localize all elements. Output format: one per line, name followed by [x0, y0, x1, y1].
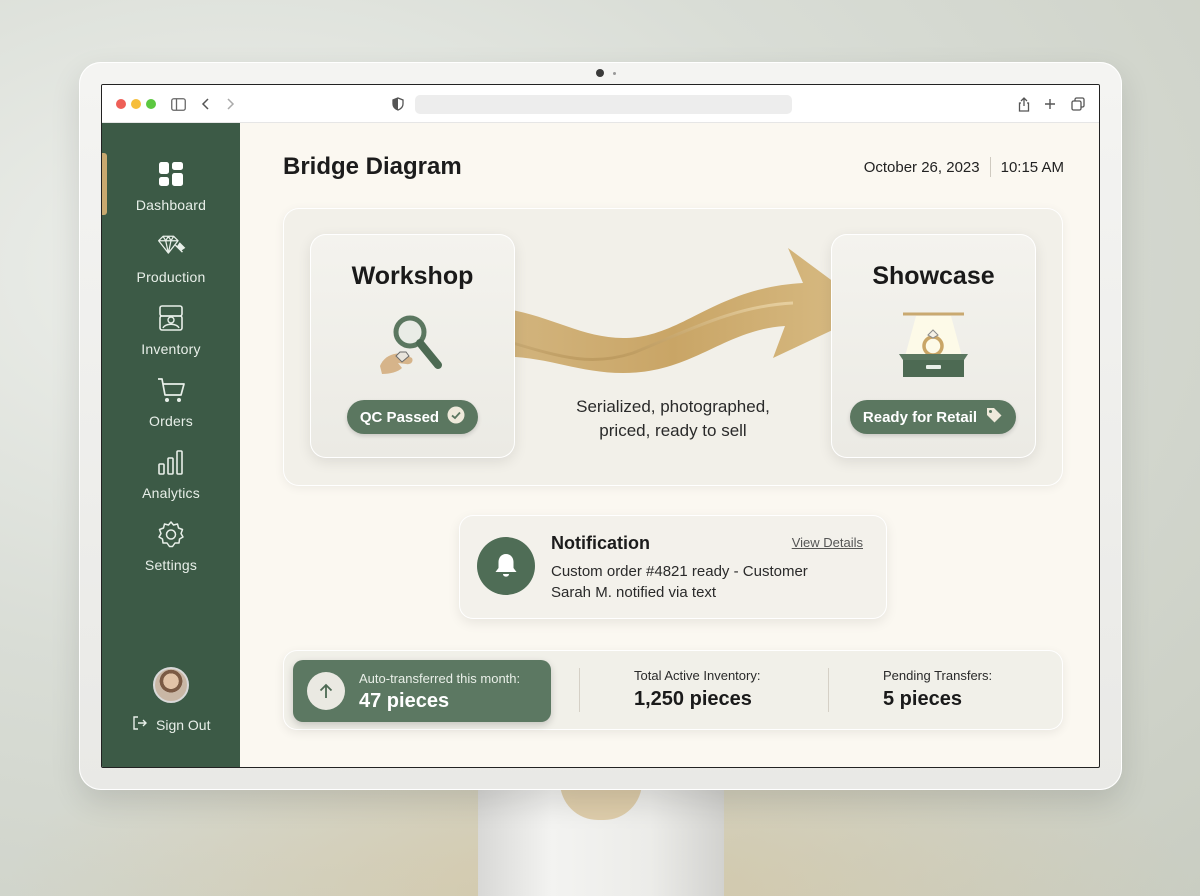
total-inventory-value: 1,250 pieces: [634, 688, 752, 710]
total-inventory-label: Total Active Inventory:: [634, 668, 761, 683]
sidebar-item-label: Analytics: [142, 485, 200, 501]
browser-toolbar: [102, 85, 1099, 123]
check-circle-icon: [447, 406, 465, 428]
sidebar-item-settings[interactable]: Settings: [102, 519, 240, 583]
dashboard-grid-icon: [156, 159, 186, 189]
page-title: Bridge Diagram: [283, 153, 462, 180]
forward-icon[interactable]: [220, 94, 240, 114]
showcase-card[interactable]: Showcase Ready for Retail: [831, 234, 1036, 458]
transfer-caption: Serialized, photographed, priced, ready …: [553, 395, 793, 443]
auto-transferred-value: 47 pieces: [359, 690, 450, 712]
new-tab-icon[interactable]: [1040, 94, 1060, 114]
sidebar-item-dashboard[interactable]: Dashboard: [102, 159, 240, 223]
transfer-caption-line1: Serialized, photographed,: [576, 397, 770, 416]
bell-icon: [477, 537, 535, 595]
view-details-link[interactable]: View Details: [792, 535, 863, 550]
sign-out-label: Sign Out: [156, 716, 211, 733]
notification-card: Notification View Details Custom order #…: [459, 515, 887, 619]
maximize-window-button[interactable]: [146, 99, 156, 109]
bar-chart-icon: [156, 447, 186, 477]
auto-transferred-stat: Auto-transferred this month: 47 pieces: [293, 660, 551, 722]
notification-message: Custom order #4821 ready - Customer Sara…: [551, 563, 808, 601]
avatar[interactable]: [153, 667, 189, 703]
workshop-card[interactable]: Workshop QC Passed: [310, 234, 515, 458]
ready-for-retail-badge: Ready for Retail: [850, 400, 1016, 434]
ready-for-retail-label: Ready for Retail: [862, 408, 978, 426]
sidebar-item-analytics[interactable]: Analytics: [102, 447, 240, 511]
jewelry-box-icon: [156, 303, 186, 333]
showcase-title: Showcase: [872, 262, 995, 290]
sign-out-button[interactable]: Sign Out: [132, 715, 210, 734]
camera-icon: [596, 69, 604, 77]
datetime-divider: [989, 157, 991, 177]
current-date: October 26, 2023: [863, 158, 980, 176]
stat-divider: [828, 668, 829, 712]
cart-icon: [156, 375, 186, 405]
qc-passed-label: QC Passed: [359, 408, 440, 426]
qc-passed-badge: QC Passed: [347, 400, 478, 434]
pending-transfers-stat: Pending Transfers: 5 pieces: [883, 668, 992, 711]
camera-led: [613, 72, 616, 75]
sidebar-item-label: Production: [136, 269, 206, 285]
magnifier-gem-icon: [380, 315, 442, 374]
sidebar-item-production[interactable]: Production: [102, 231, 240, 295]
back-icon[interactable]: [196, 94, 216, 114]
gear-icon: [156, 519, 186, 549]
stat-divider: [579, 668, 580, 712]
pending-transfers-value: 5 pieces: [883, 688, 962, 710]
workshop-title: Workshop: [351, 262, 474, 290]
arrow-up-icon: [307, 672, 345, 710]
stats-bar: Auto-transferred this month: 47 pieces T…: [283, 650, 1063, 730]
sidebar-item-inventory[interactable]: Inventory: [102, 303, 240, 367]
transfer-caption-line2: priced, ready to sell: [599, 421, 747, 440]
notification-title: Notification: [551, 533, 650, 553]
ring-display-icon: [899, 312, 968, 377]
sidebar-item-orders[interactable]: Orders: [102, 375, 240, 439]
minimize-window-button[interactable]: [131, 99, 141, 109]
sidebar: Dashboard Production Inventory Orders An: [102, 123, 240, 767]
close-window-button[interactable]: [116, 99, 126, 109]
auto-transferred-label: Auto-transferred this month:: [359, 671, 521, 686]
sign-out-icon: [132, 715, 148, 734]
datetime: October 26, 2023 10:15 AM: [864, 157, 1064, 177]
sidebar-item-label: Orders: [149, 413, 193, 429]
total-inventory-stat: Total Active Inventory: 1,250 pieces: [634, 668, 760, 711]
pending-transfers-label: Pending Transfers:: [883, 668, 993, 683]
sidebar-item-label: Settings: [144, 557, 198, 573]
address-bar[interactable]: [415, 95, 792, 114]
main-content: Bridge Diagram October 26, 2023 10:15 AM: [240, 123, 1099, 767]
transfer-arrow: [473, 248, 873, 373]
sidebar-toggle-icon[interactable]: [168, 94, 188, 114]
diamond-hammer-icon: [156, 231, 186, 261]
current-time: 10:15 AM: [1000, 158, 1064, 176]
sidebar-item-label: Inventory: [141, 341, 201, 357]
privacy-shield-icon[interactable]: [388, 94, 408, 114]
bridge-diagram-panel: Workshop QC Passed Serialized, photograp…: [283, 208, 1063, 486]
tab-overview-icon[interactable]: [1068, 94, 1088, 114]
price-tag-icon: [985, 406, 1003, 428]
share-icon[interactable]: [1014, 94, 1034, 114]
sidebar-item-label: Dashboard: [135, 197, 207, 213]
screen: Dashboard Production Inventory Orders An: [101, 84, 1100, 768]
